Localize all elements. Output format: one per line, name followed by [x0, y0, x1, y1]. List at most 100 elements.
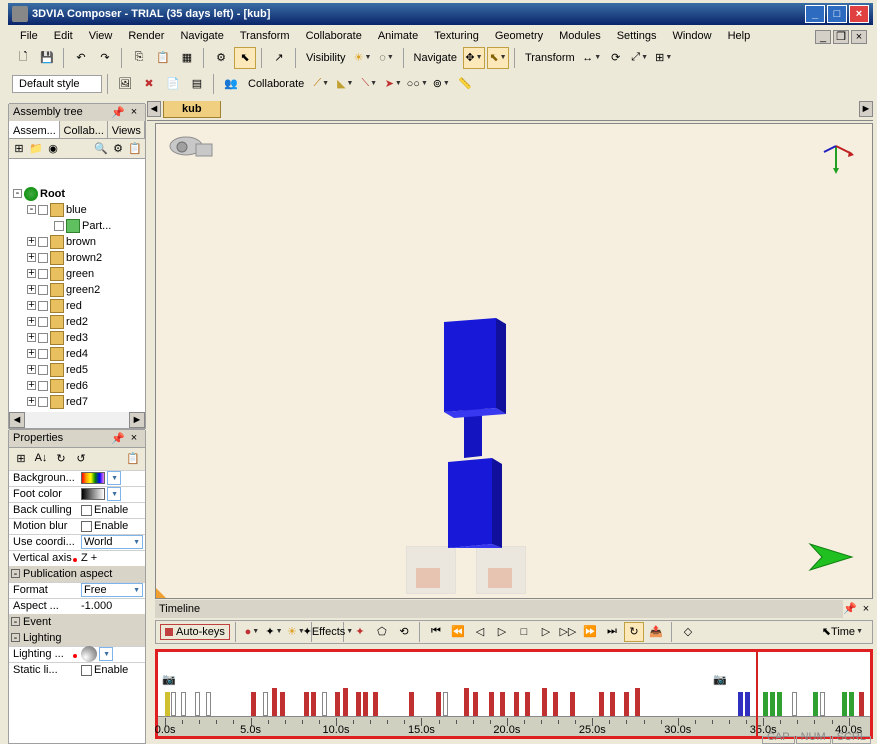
- checkbox[interactable]: [38, 365, 48, 375]
- transform-move-button[interactable]: ↔▼: [581, 47, 603, 69]
- expand-icon[interactable]: -: [27, 206, 36, 215]
- checkbox[interactable]: [38, 381, 48, 391]
- tree-item-green[interactable]: +green: [9, 266, 145, 282]
- keyframe-marker[interactable]: [473, 692, 478, 716]
- keyframe-marker[interactable]: [489, 692, 494, 716]
- doc-tab-prev-button[interactable]: ◄: [147, 101, 161, 117]
- checkbox[interactable]: [81, 665, 92, 676]
- keyframe-marker[interactable]: [624, 692, 629, 716]
- prop-row[interactable]: Vertical axisZ +: [9, 550, 145, 566]
- expand-icon[interactable]: -: [13, 190, 22, 199]
- play-back-button[interactable]: ▷: [492, 622, 512, 642]
- checkbox[interactable]: [81, 521, 92, 532]
- doc-tab-next-button[interactable]: ►: [859, 101, 873, 117]
- undo-button[interactable]: ↶: [70, 47, 92, 69]
- keyframe-marker[interactable]: [363, 692, 368, 716]
- stop-button[interactable]: □: [514, 622, 534, 642]
- keyframe-marker[interactable]: [165, 692, 170, 716]
- tree-item-red2[interactable]: +red2: [9, 314, 145, 330]
- arrow2-button[interactable]: ➤▼: [382, 73, 404, 95]
- expand-icon[interactable]: +: [27, 334, 36, 343]
- style-combo[interactable]: Default style: [19, 78, 80, 90]
- keyframe-marker[interactable]: [610, 692, 615, 716]
- tree-tool-3[interactable]: ◉: [45, 141, 61, 157]
- document-tab[interactable]: kub: [163, 101, 221, 118]
- minimize-button[interactable]: _: [805, 5, 825, 23]
- blue-geometry[interactable]: [436, 308, 516, 548]
- keyframe-marker[interactable]: [738, 692, 743, 716]
- keyframe-marker[interactable]: [770, 692, 775, 716]
- menu-file[interactable]: File: [12, 26, 46, 44]
- checkbox[interactable]: [54, 221, 64, 231]
- prop-row[interactable]: FormatFree▼: [9, 582, 145, 598]
- keyframe-marker[interactable]: [777, 692, 782, 716]
- keyframe-marker[interactable]: [409, 692, 414, 716]
- mdi-minimize-button[interactable]: _: [815, 30, 831, 44]
- keyframe-marker[interactable]: [206, 692, 211, 716]
- expand-icon[interactable]: +: [27, 270, 36, 279]
- props-tool-2[interactable]: A↓: [32, 450, 50, 468]
- goto-start-button[interactable]: ⏮: [426, 622, 446, 642]
- measure-button[interactable]: 📏: [454, 73, 476, 95]
- maximize-button[interactable]: □: [827, 5, 847, 23]
- props-tool-1[interactable]: ⊞: [12, 450, 30, 468]
- keyframe-marker[interactable]: [570, 692, 575, 716]
- scroll-right-button[interactable]: ►: [129, 412, 145, 428]
- props-tool-4[interactable]: ↺: [72, 450, 90, 468]
- step-back-button[interactable]: ◁: [470, 622, 490, 642]
- assembly-tab-2[interactable]: Views: [108, 121, 145, 138]
- prop-row[interactable]: Aspect ...-1.000: [9, 598, 145, 614]
- effects-button[interactable]: ✦ Effects ▼: [318, 622, 338, 642]
- prop-category[interactable]: -Publication aspect: [9, 566, 145, 582]
- config-button[interactable]: ⚙: [210, 47, 232, 69]
- tree-tool-4[interactable]: 🔍: [93, 141, 109, 157]
- props-close-button[interactable]: ×: [127, 432, 141, 446]
- prop-row[interactable]: Lighting ...▼: [9, 646, 145, 662]
- cam-tool-2[interactable]: ⬠: [372, 622, 392, 642]
- time-button[interactable]: ⬉ Time ▼: [817, 622, 868, 642]
- arrow-button[interactable]: ↗: [268, 47, 290, 69]
- menu-texturing[interactable]: Texturing: [426, 26, 487, 44]
- menu-edit[interactable]: Edit: [46, 26, 81, 44]
- timeline-pin-button[interactable]: 📌: [843, 602, 857, 616]
- tree-item-brown2[interactable]: +brown2: [9, 250, 145, 266]
- menu-window[interactable]: Window: [664, 26, 719, 44]
- keyframe-marker[interactable]: [195, 692, 200, 716]
- navigate-zoom-button[interactable]: ⬉▼: [487, 47, 509, 69]
- expand-icon[interactable]: +: [27, 238, 36, 247]
- tree-item-brown[interactable]: +brown: [9, 234, 145, 250]
- tree-item-blue[interactable]: -blue: [9, 202, 145, 218]
- tree-item-red4[interactable]: +red4: [9, 346, 145, 362]
- filter-button[interactable]: ◇: [678, 622, 698, 642]
- keyframe-marker[interactable]: [792, 692, 797, 716]
- menu-modules[interactable]: Modules: [551, 26, 609, 44]
- keyframe-marker[interactable]: [335, 692, 340, 716]
- keyframe-marker[interactable]: [436, 692, 441, 716]
- tree-tool-1[interactable]: ⊞: [11, 141, 27, 157]
- assembly-tree[interactable]: +red7+red6+red5+red4+red3+red2+red+green…: [9, 160, 145, 410]
- menu-help[interactable]: Help: [720, 26, 759, 44]
- keyframe-marker[interactable]: [280, 692, 285, 716]
- expand-icon[interactable]: +: [27, 286, 36, 295]
- prev-key-button[interactable]: ⏪: [448, 622, 468, 642]
- paint-button[interactable]: ◣▼: [334, 73, 356, 95]
- tool-button[interactable]: ▦: [176, 47, 198, 69]
- prop-row[interactable]: Backgroun...▼: [9, 470, 145, 486]
- panel-pin-button[interactable]: 📌: [111, 106, 125, 120]
- keyframe-marker[interactable]: [849, 692, 854, 716]
- props-tool-5[interactable]: 📋: [124, 450, 142, 468]
- prop-row[interactable]: Foot color▼: [9, 486, 145, 502]
- menu-transform[interactable]: Transform: [232, 26, 298, 44]
- menu-view[interactable]: View: [81, 26, 121, 44]
- checkbox[interactable]: [38, 317, 48, 327]
- key-tool-button[interactable]: ✦▼: [264, 622, 284, 642]
- tree-item-red7[interactable]: +red7: [9, 394, 145, 410]
- checkbox[interactable]: [38, 333, 48, 343]
- next-key-button[interactable]: ⏩: [580, 622, 600, 642]
- mdi-close-button[interactable]: ×: [851, 30, 867, 44]
- menu-navigate[interactable]: Navigate: [172, 26, 231, 44]
- redo-button[interactable]: ↷: [94, 47, 116, 69]
- layers-button[interactable]: ▤: [186, 73, 208, 95]
- auto-keys-button[interactable]: Auto-keys: [160, 624, 230, 640]
- copy-button[interactable]: ⎘: [128, 47, 150, 69]
